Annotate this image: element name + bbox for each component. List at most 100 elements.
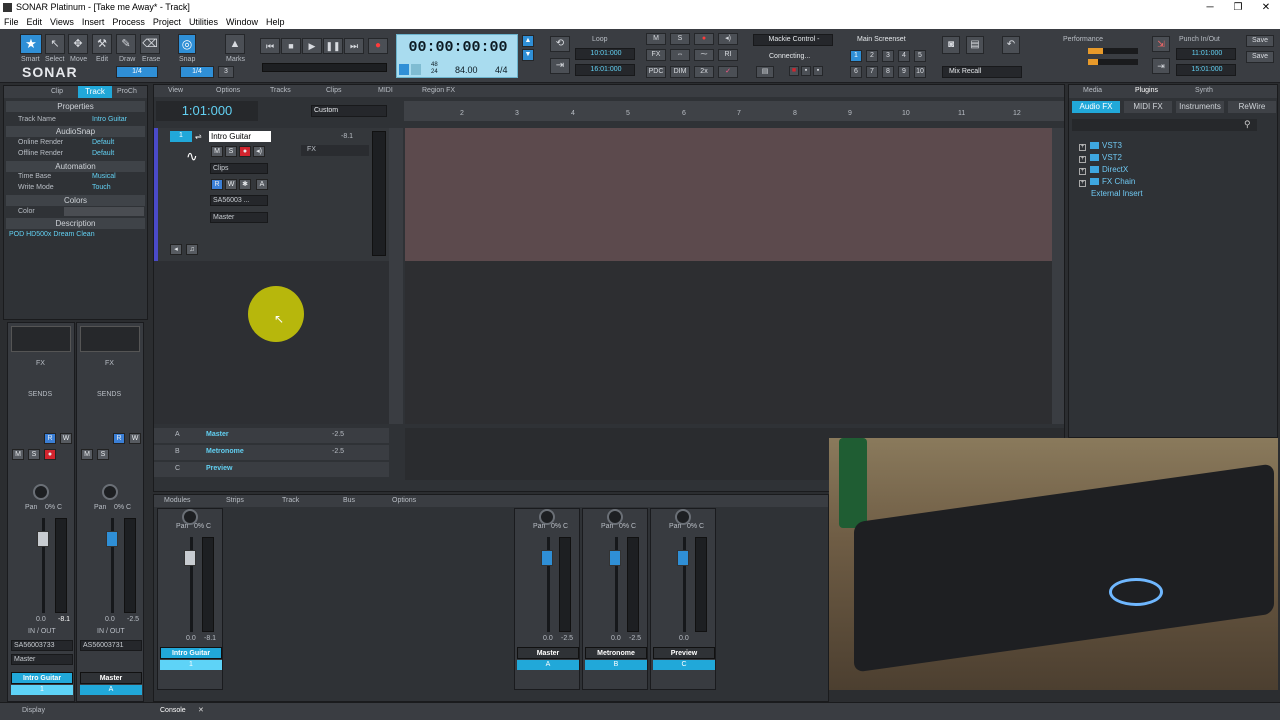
strip-input-select[interactable]: SA56003733 (11, 640, 73, 651)
browser-search-input[interactable] (1072, 119, 1257, 131)
screenset-3[interactable]: 3 (882, 50, 894, 62)
pdc-button[interactable]: PDC (646, 66, 666, 78)
strip-fader[interactable] (37, 531, 49, 547)
bus-name-master[interactable]: Master (206, 431, 229, 438)
bus-row-metronome[interactable]: B Metronome -2.5 (154, 445, 389, 460)
tree-fx-chain[interactable]: + FX Chain (1079, 176, 1143, 188)
menu-insert[interactable]: Insert (78, 15, 109, 29)
track-menu-region-fx[interactable]: Region FX (422, 87, 455, 94)
track-now-time[interactable]: 1:01:000 (156, 101, 258, 121)
master-read[interactable]: R (113, 433, 125, 444)
subtab-rewire[interactable]: ReWire (1228, 101, 1276, 113)
tab-track[interactable]: Track (78, 86, 112, 98)
dim-button[interactable]: DIM (670, 66, 690, 78)
track-freeze-icon[interactable]: ✱ (239, 179, 251, 190)
marks-count[interactable]: 3 (218, 66, 234, 78)
loop-start-field[interactable]: 10:01:000 (575, 48, 635, 60)
master-write[interactable]: W (129, 433, 141, 444)
console-fader-1[interactable] (184, 550, 196, 566)
track-solo-button[interactable]: S (225, 146, 237, 157)
surface-props-icon[interactable]: ▤ (756, 66, 774, 78)
track-menu-midi[interactable]: MIDI (378, 87, 393, 94)
screenset-6[interactable]: 6 (850, 66, 862, 78)
bus-row-preview[interactable]: C Preview (154, 462, 389, 477)
console-menu-bus[interactable]: Bus (343, 497, 355, 504)
menu-help[interactable]: Help (262, 15, 289, 29)
console-menu-track[interactable]: Track (282, 497, 299, 504)
now-time-display[interactable]: 00:00:00:00 48 24 84.00 4/4 (396, 34, 518, 78)
tab-synth[interactable]: Synth (1195, 87, 1213, 94)
master-mute[interactable]: M (81, 449, 93, 460)
subtab-midi-fx[interactable]: MIDI FX (1124, 101, 1172, 113)
fast-forward-icon[interactable]: ⏭ (344, 38, 364, 54)
erase-tool-icon[interactable]: ⌫ (140, 34, 160, 54)
draw-tool-icon[interactable]: ✎ (116, 34, 136, 54)
track-name-field[interactable]: Intro Guitar (209, 131, 271, 142)
console-fader-4[interactable] (677, 550, 689, 566)
time-up-icon[interactable]: ▲ (522, 35, 534, 47)
menu-window[interactable]: Window (222, 15, 262, 29)
tab-proch[interactable]: ProCh (117, 88, 137, 95)
console-name-1[interactable]: Intro Guitar (160, 647, 222, 659)
surface-rec-icon[interactable]: ■ (789, 66, 799, 76)
master-eq-graph[interactable] (80, 326, 140, 352)
bus-name-preview[interactable]: Preview (206, 465, 232, 472)
move-tool-icon[interactable]: ✥ (68, 34, 88, 54)
master-fader[interactable] (106, 531, 118, 547)
master-pan-knob[interactable] (102, 484, 118, 500)
tree-vst3[interactable]: + VST3 (1079, 140, 1143, 152)
track-empty-area[interactable] (405, 261, 1052, 424)
timeline-ruler[interactable]: 2 3 4 5 6 7 8 9 10 11 12 (404, 101, 1064, 121)
strip-mute[interactable]: M (12, 449, 24, 460)
strip-arm[interactable]: ● (44, 449, 56, 460)
menu-edit[interactable]: Edit (23, 15, 47, 29)
mute-all-button[interactable]: M (646, 33, 666, 45)
rewind-to-start-icon[interactable]: ⏮ (260, 38, 280, 54)
input-monitor-icon[interactable]: ✓ (718, 66, 738, 78)
maximize-button[interactable]: ❐ (1224, 0, 1252, 15)
minimize-button[interactable]: ─ (1196, 0, 1224, 15)
fx-bypass-button[interactable]: FX (646, 49, 666, 61)
camera-icon[interactable]: ◙ (942, 36, 960, 54)
screenset-10[interactable]: 10 (914, 66, 926, 78)
time-down-icon[interactable]: ▼ (522, 49, 534, 61)
track-vscrollbar[interactable] (1052, 128, 1064, 424)
stop-icon[interactable]: ■ (281, 38, 301, 54)
save-button[interactable]: Save (1246, 35, 1274, 47)
track-lanes-icon[interactable]: ♫ (186, 244, 198, 255)
track-menu-tracks[interactable]: Tracks (270, 87, 291, 94)
search-icon[interactable]: ⚲ (1244, 119, 1256, 131)
strip-write[interactable]: W (60, 433, 72, 444)
metronome-icon[interactable] (399, 64, 409, 75)
track-write-button[interactable]: W (225, 179, 237, 190)
track-monitor-icon[interactable]: ◂) (253, 146, 265, 157)
screenset-9[interactable]: 9 (898, 66, 910, 78)
display-button[interactable]: Display (22, 707, 45, 714)
screenset-1[interactable]: 1 (850, 50, 862, 62)
online-render-value[interactable]: Default (92, 139, 114, 146)
screenset-4[interactable]: 4 (898, 50, 910, 62)
track-arm-icon[interactable]: ● (239, 146, 251, 157)
tree-external-insert[interactable]: External Insert (1079, 188, 1143, 200)
track-name-value[interactable]: Intro Guitar (92, 116, 127, 123)
surface-link-icon[interactable]: ▪ (813, 66, 823, 76)
console-fader-2[interactable] (541, 550, 553, 566)
ri-icon[interactable]: RI (718, 49, 738, 61)
console-name-4[interactable]: Preview (653, 647, 715, 659)
control-surface-select[interactable]: Mackie Control - (753, 34, 833, 46)
track-input-select[interactable]: SA56003 ... (210, 195, 268, 206)
read-icon[interactable]: ◂) (718, 33, 738, 45)
track-expand-icon[interactable]: ◂ (170, 244, 182, 255)
track-mute-button[interactable]: M (211, 146, 223, 157)
tab-plugins[interactable]: Plugins (1135, 87, 1158, 94)
track-automation-icon[interactable]: A (256, 179, 268, 190)
master-input-select[interactable]: AS56003731 (80, 640, 142, 651)
play-icon[interactable]: ▶ (302, 38, 322, 54)
track-splitter[interactable] (389, 128, 403, 424)
meter-value[interactable]: 4/4 (495, 65, 508, 75)
transport-scrub-bar[interactable] (262, 63, 387, 72)
mix-recall-select[interactable]: Mix Recall (942, 66, 1022, 78)
screenset-2[interactable]: 2 (866, 50, 878, 62)
track-header[interactable]: 1 ⇌ Intro Guitar -8.1 ∿ M S ● ◂) Clips R… (154, 128, 389, 261)
loop-set-icon[interactable]: ⇥ (550, 58, 570, 74)
